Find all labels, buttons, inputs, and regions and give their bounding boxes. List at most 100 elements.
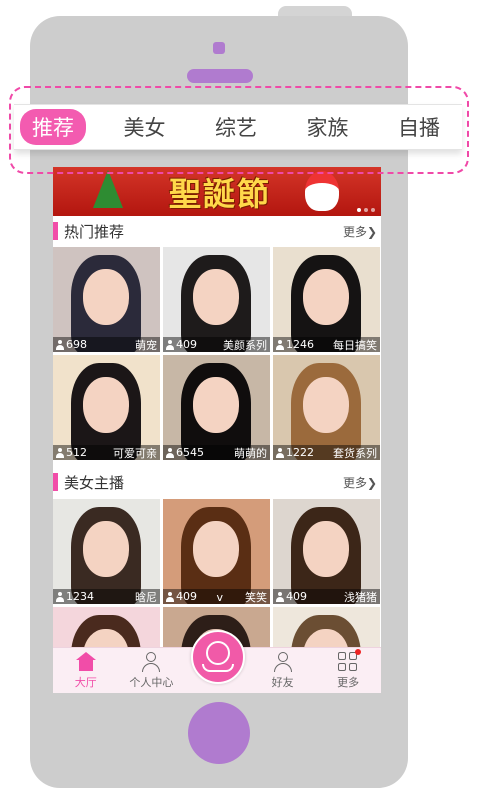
card-caption: 512 可爱可亲 xyxy=(53,445,160,460)
streamer-name: v 笑笑 xyxy=(216,590,267,604)
viewer-count: 409 xyxy=(166,338,197,351)
streamer-card[interactable]: 1246 每日搞笑 xyxy=(273,247,380,352)
viewer-count: 409 xyxy=(166,590,197,603)
card-caption: 1246 每日搞笑 xyxy=(273,337,380,352)
viewer-icon xyxy=(166,591,174,602)
viewer-icon xyxy=(166,447,174,458)
streamer-face xyxy=(193,269,239,325)
tab-family[interactable]: 家族 xyxy=(295,109,361,145)
grid-icon xyxy=(338,649,362,672)
home-button[interactable] xyxy=(188,702,250,764)
hot-more-link[interactable]: 更多❯ xyxy=(343,223,377,240)
app-screen: 聖誕節 热门推荐 更多❯ 698 萌宠 409 美颜系列 1246 每日搞笑 512 可爱可亲… xyxy=(53,167,381,693)
beauty-more-link[interactable]: 更多❯ xyxy=(343,474,377,491)
camera-icon xyxy=(213,42,225,54)
viewer-count-value: 1222 xyxy=(286,446,314,459)
streamer-card[interactable]: 698 萌宠 xyxy=(53,247,160,352)
streamer-card[interactable]: 1222 套货系列 xyxy=(273,355,380,460)
viewer-count-value: 6545 xyxy=(176,446,204,459)
streamer-card[interactable]: 409 浅猪猪 xyxy=(273,499,380,604)
hot-section-header: 热门推荐 更多❯ xyxy=(53,216,381,246)
santa-icon xyxy=(305,171,339,211)
viewer-count-value: 698 xyxy=(66,338,87,351)
section-marker xyxy=(53,473,58,491)
viewer-count: 1222 xyxy=(276,446,314,459)
nav-friends-label: 好友 xyxy=(271,676,294,689)
nav-profile[interactable]: 个人中心 xyxy=(119,648,185,693)
streamer-face xyxy=(303,269,349,325)
live-face-icon xyxy=(206,641,230,665)
viewer-count: 1234 xyxy=(56,590,94,603)
streamer-card[interactable]: 409 v 笑笑 xyxy=(163,499,270,604)
tab-variety[interactable]: 综艺 xyxy=(203,109,269,145)
friends-icon xyxy=(273,652,293,672)
streamer-face xyxy=(193,521,239,577)
banner-pager xyxy=(357,208,375,212)
viewer-count: 1246 xyxy=(276,338,314,351)
viewer-icon xyxy=(276,339,284,350)
streamer-face xyxy=(83,521,129,577)
live-center-button[interactable] xyxy=(191,630,245,684)
card-caption: 1222 套货系列 xyxy=(273,445,380,460)
viewer-count: 409 xyxy=(276,590,307,603)
streamer-face xyxy=(303,521,349,577)
viewer-icon xyxy=(166,339,174,350)
tab-beauty[interactable]: 美女 xyxy=(112,109,178,145)
banner-title: 聖誕節 xyxy=(168,175,271,213)
streamer-name: 可爱可亲 xyxy=(113,446,157,460)
nav-hall-label: 大厅 xyxy=(74,676,97,689)
nav-more-label: 更多 xyxy=(337,676,360,689)
home-icon xyxy=(75,652,96,672)
card-caption: 409 浅猪猪 xyxy=(273,589,380,604)
hot-grid: 698 萌宠 409 美颜系列 1246 每日搞笑 512 可爱可亲 6545 萌萌的 1222 套货… xyxy=(53,247,381,460)
beauty-section-header: 美女主播 更多❯ xyxy=(53,467,381,497)
viewer-count-value: 1246 xyxy=(286,338,314,351)
streamer-name: 每日搞笑 xyxy=(333,338,377,352)
nav-friends[interactable]: 好友 xyxy=(250,648,316,693)
speaker-grille xyxy=(187,69,253,83)
streamer-card[interactable]: 512 可爱可亲 xyxy=(53,355,160,460)
viewer-count: 6545 xyxy=(166,446,204,459)
viewer-icon xyxy=(276,591,284,602)
card-caption: 698 萌宠 xyxy=(53,337,160,352)
nav-hall[interactable]: 大厅 xyxy=(53,648,119,693)
christmas-tree-icon xyxy=(93,170,123,208)
viewer-count-value: 409 xyxy=(176,590,197,603)
viewer-count-value: 1234 xyxy=(66,590,94,603)
viewer-icon xyxy=(56,447,64,458)
tab-self-broadcast[interactable]: 自播 xyxy=(386,109,452,145)
viewer-count: 698 xyxy=(56,338,87,351)
section-marker xyxy=(53,222,58,240)
card-caption: 6545 萌萌的 xyxy=(163,445,270,460)
card-caption: 409 v 笑笑 xyxy=(163,589,270,604)
card-caption: 409 美颜系列 xyxy=(163,337,270,352)
streamer-name: 浅猪猪 xyxy=(344,590,377,604)
streamer-face xyxy=(83,269,129,325)
tab-recommend[interactable]: 推荐 xyxy=(20,109,86,145)
streamer-face xyxy=(83,377,129,433)
nav-profile-label: 个人中心 xyxy=(129,676,174,689)
viewer-icon xyxy=(56,591,64,602)
streamer-name: 套货系列 xyxy=(333,446,377,460)
card-caption: 1234 晗尼 xyxy=(53,589,160,604)
viewer-count-value: 409 xyxy=(286,590,307,603)
streamer-name: 萌宠 xyxy=(135,338,157,352)
streamer-name: 萌萌的 xyxy=(234,446,267,460)
viewer-icon xyxy=(276,447,284,458)
section-title: 美女主播 xyxy=(64,473,125,492)
streamer-card[interactable]: 6545 萌萌的 xyxy=(163,355,270,460)
nav-more[interactable]: 更多 xyxy=(315,648,381,693)
christmas-banner[interactable]: 聖誕節 xyxy=(53,167,381,216)
streamer-name: 美颜系列 xyxy=(223,338,267,352)
viewer-icon xyxy=(56,339,64,350)
category-tabs: 推荐 美女 综艺 家族 自播 xyxy=(14,104,462,150)
user-icon xyxy=(141,652,161,672)
streamer-face xyxy=(193,377,239,433)
section-title: 热门推荐 xyxy=(64,222,125,241)
notification-dot xyxy=(355,649,362,655)
viewer-count: 512 xyxy=(56,446,87,459)
streamer-card[interactable]: 409 美颜系列 xyxy=(163,247,270,352)
viewer-count-value: 409 xyxy=(176,338,197,351)
viewer-count-value: 512 xyxy=(66,446,87,459)
streamer-card[interactable]: 1234 晗尼 xyxy=(53,499,160,604)
